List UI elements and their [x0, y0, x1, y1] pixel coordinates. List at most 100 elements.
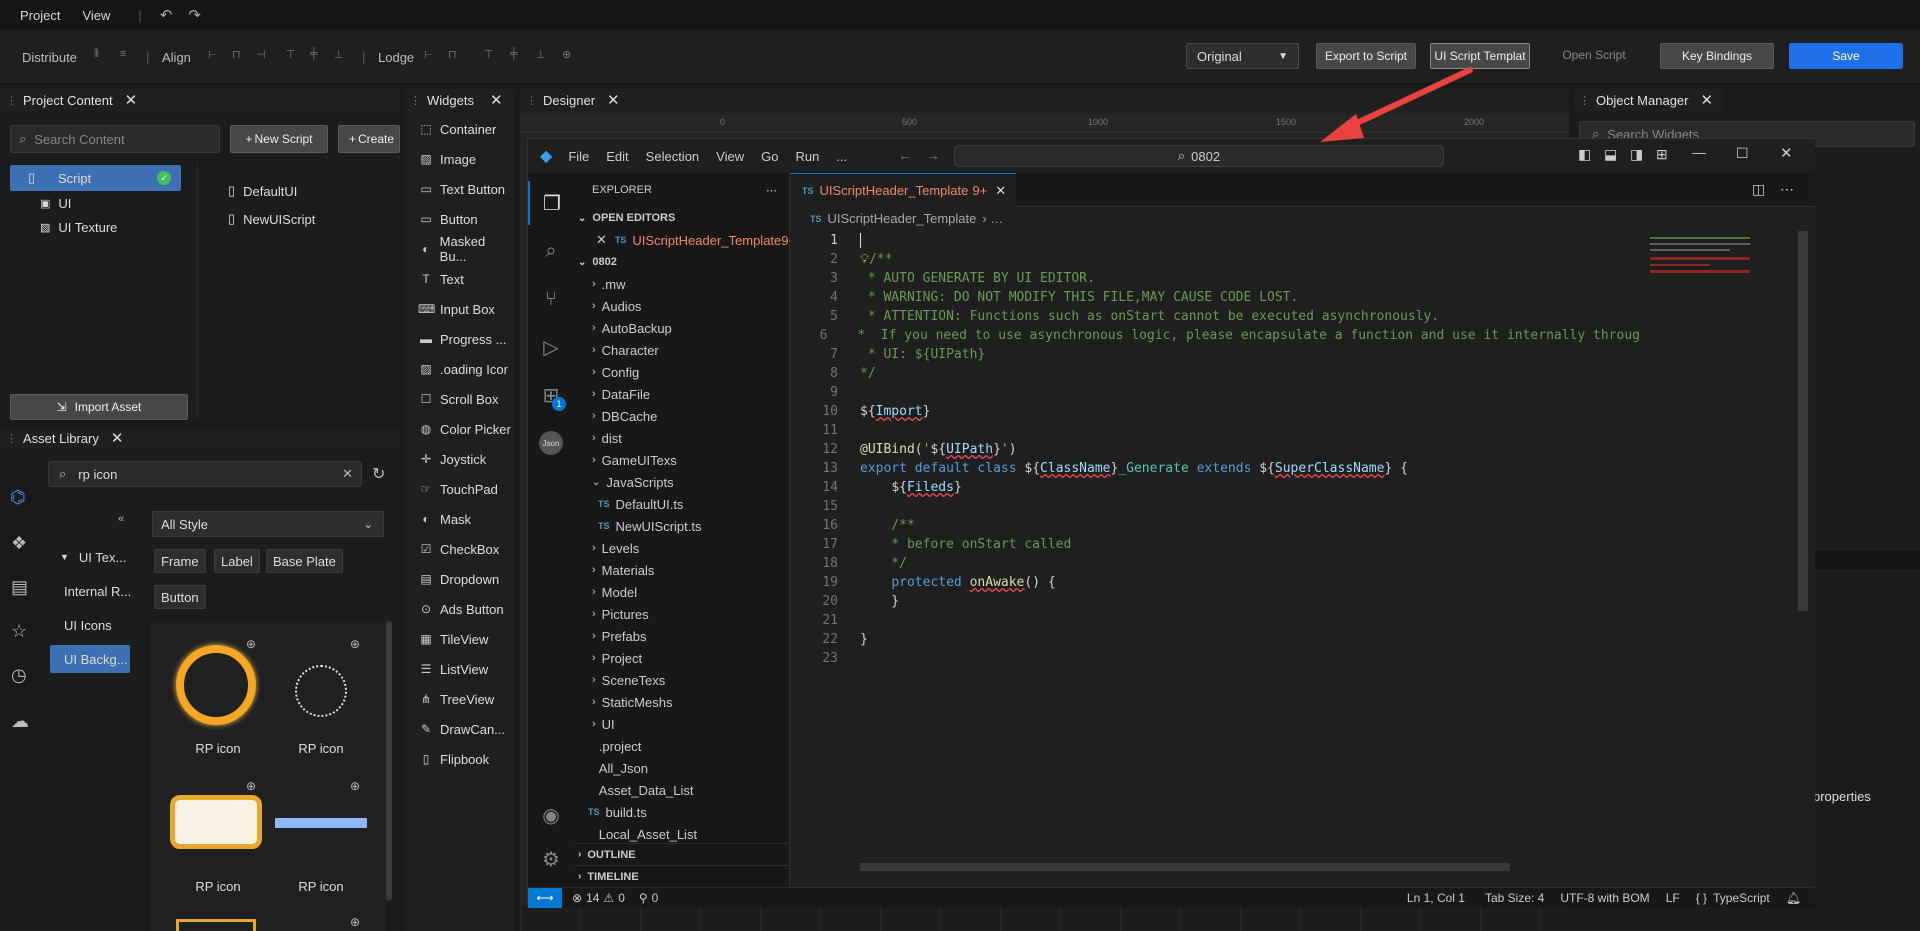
collapse-icon[interactable]: «: [118, 513, 124, 525]
code-line[interactable]: 21: [790, 611, 1640, 630]
chip-base-plate[interactable]: Base Plate: [266, 549, 343, 573]
notifications-bell-icon[interactable]: 🔔︎: [1786, 891, 1801, 905]
explorer-tree-item[interactable]: TS DefaultUI.ts: [574, 493, 789, 515]
distribute-v-icon[interactable]: ≡: [120, 48, 134, 62]
zoom-icon[interactable]: ⊕: [246, 779, 256, 793]
menu-run[interactable]: Run: [795, 149, 819, 164]
toggle-secondary-sidebar-icon[interactable]: ◨: [1630, 146, 1643, 163]
widget-checkbox[interactable]: ☑ CheckBox: [404, 534, 514, 564]
menu-edit[interactable]: Edit: [606, 149, 628, 164]
asset-scrollbar[interactable]: [386, 621, 392, 901]
code-line[interactable]: 16 /**: [790, 516, 1640, 535]
lodge-left-icon[interactable]: ⊢: [424, 48, 438, 62]
code-line[interactable]: 14 ${Fileds}: [790, 478, 1640, 497]
code-line[interactable]: 12 @UIBind('${UIPath}'): [790, 440, 1640, 459]
widget-container[interactable]: ⬚ Container: [404, 114, 514, 144]
asset-thumb-frame[interactable]: [170, 795, 262, 849]
align-bottom-icon[interactable]: ⊥: [334, 48, 348, 62]
breadcrumb-file[interactable]: UIScriptHeader_Template: [828, 211, 977, 226]
chip-button[interactable]: Button: [154, 585, 206, 609]
explorer-tree-item[interactable]: ⌄ JavaScripts: [574, 471, 789, 493]
explorer-tree-item[interactable]: › Materials: [574, 559, 789, 581]
explorer-tree-item[interactable]: › SceneTexs: [574, 669, 789, 691]
explorer-tree-item[interactable]: › Project: [574, 647, 789, 669]
zoom-icon[interactable]: ⊕: [246, 637, 256, 651]
explorer-tree-item[interactable]: › Levels: [574, 537, 789, 559]
lodge-top-icon[interactable]: ⊤: [484, 48, 498, 62]
drag-grip-icon[interactable]: ⋮: [526, 94, 537, 107]
code-area[interactable]: 1 2 💡︎/** 3 * AUTO GENERATE BY UI EDITOR. 4 …: [790, 231, 1640, 861]
cursor-position[interactable]: Ln 1, Col 1: [1407, 891, 1465, 905]
explorer-tree-item[interactable]: › DataFile: [574, 383, 789, 405]
explorer-tree-item[interactable]: › Config: [574, 361, 789, 383]
explorer-tree-item[interactable]: › DBCache: [574, 405, 789, 427]
code-line[interactable]: 9: [790, 383, 1640, 402]
workspace-section[interactable]: ⌄ 0802: [574, 251, 789, 273]
file-item-newuiscript[interactable]: ▯ NewUIScript: [228, 207, 315, 231]
zoom-icon[interactable]: ⊕: [350, 779, 360, 793]
remote-icon[interactable]: ⟷: [528, 887, 562, 908]
explorer-tree-item[interactable]: All_Json: [574, 757, 789, 779]
widget-listview[interactable]: ☰ ListView: [404, 654, 514, 684]
star-icon[interactable]: ☆: [11, 621, 27, 642]
explorer-tree-item[interactable]: TS build.ts: [574, 801, 789, 823]
close-icon[interactable]: ✕: [1701, 91, 1714, 109]
code-line[interactable]: 11: [790, 421, 1640, 440]
maximize-icon[interactable]: ☐: [1736, 145, 1749, 162]
outline-section[interactable]: › OUTLINE: [574, 843, 789, 865]
explorer-tree-item[interactable]: Asset_Data_List: [574, 779, 789, 801]
align-right-icon[interactable]: ⊣: [256, 48, 270, 62]
close-icon[interactable]: ✕: [125, 91, 138, 109]
menu-view[interactable]: View: [716, 149, 744, 164]
chip-frame[interactable]: Frame: [154, 549, 206, 573]
zoom-icon[interactable]: ⊕: [350, 915, 360, 929]
code-line[interactable]: 15: [790, 497, 1640, 516]
minimap[interactable]: [1640, 231, 1760, 311]
menu-file[interactable]: File: [568, 149, 589, 164]
close-icon[interactable]: ✕: [490, 91, 503, 109]
explorer-tree-item[interactable]: › Prefabs: [574, 625, 789, 647]
code-line[interactable]: 2 💡︎/**: [790, 250, 1640, 269]
widget-loading-icon[interactable]: ▨ .oading Icor: [404, 354, 514, 384]
save-button[interactable]: Save: [1789, 43, 1903, 69]
code-line[interactable]: 20 }: [790, 592, 1640, 611]
lodge-center-icon[interactable]: ⊓: [448, 48, 462, 62]
chip-label[interactable]: Label: [214, 549, 260, 573]
code-line[interactable]: 4 * WARNING: DO NOT MODIFY THIS FILE,MAY…: [790, 288, 1640, 307]
editor-horizontal-scrollbar[interactable]: [860, 863, 1510, 871]
ports-count[interactable]: 0: [652, 891, 659, 905]
explorer-tree-item[interactable]: › dist: [574, 427, 789, 449]
tree-item-script[interactable]: ▯ Script ✓: [10, 165, 181, 191]
code-line[interactable]: 7 * UI: ${UIPath}: [790, 345, 1640, 364]
asset-thumb-bar[interactable]: [275, 818, 367, 828]
source-control-icon[interactable]: ⑂: [528, 277, 574, 321]
clock-icon[interactable]: ◷: [11, 665, 27, 686]
open-editors-section[interactable]: ⌄ OPEN EDITORS: [574, 207, 789, 229]
align-top-icon[interactable]: ⊤: [286, 48, 300, 62]
open-editor-item[interactable]: ✕ TS UIScriptHeader_Template 9+: [574, 229, 796, 251]
tree-item-ui[interactable]: ▣ UI: [0, 191, 197, 215]
menu-project[interactable]: Project: [20, 8, 60, 23]
align-center-icon[interactable]: ⊓: [232, 48, 246, 62]
widget-button[interactable]: ▭ Button: [404, 204, 514, 234]
json-icon[interactable]: Json: [528, 421, 574, 465]
warning-count[interactable]: 0: [618, 891, 625, 905]
lodge-middle-icon[interactable]: ╪: [510, 48, 524, 62]
asset-search-input[interactable]: ⌕ rp icon ✕: [48, 461, 362, 487]
code-line[interactable]: 1: [790, 231, 1640, 250]
widget-joystick[interactable]: ✛ Joystick: [404, 444, 514, 474]
widget-masked-button[interactable]: ◐ Masked Bu...: [404, 234, 514, 264]
explorer-tree-item[interactable]: › UI: [574, 713, 789, 735]
widget-drawcanvas[interactable]: ✎ DrawCan...: [404, 714, 514, 744]
undo-icon[interactable]: ↶: [160, 6, 173, 24]
explorer-tree-item[interactable]: › Character: [574, 339, 789, 361]
run-debug-icon[interactable]: ▷: [528, 325, 574, 369]
warning-icon[interactable]: ⚠: [603, 891, 614, 905]
drag-grip-icon[interactable]: ⋮: [1579, 94, 1590, 107]
code-line[interactable]: 10 ${Import}: [790, 402, 1640, 421]
forward-arrow-icon[interactable]: →: [926, 147, 940, 163]
toggle-sidebar-icon[interactable]: ◧: [1578, 146, 1591, 163]
menu-go[interactable]: Go: [761, 149, 778, 164]
widget-input-box[interactable]: ⌨ Input Box: [404, 294, 514, 324]
widget-flipbook[interactable]: ▯ Flipbook: [404, 744, 514, 774]
